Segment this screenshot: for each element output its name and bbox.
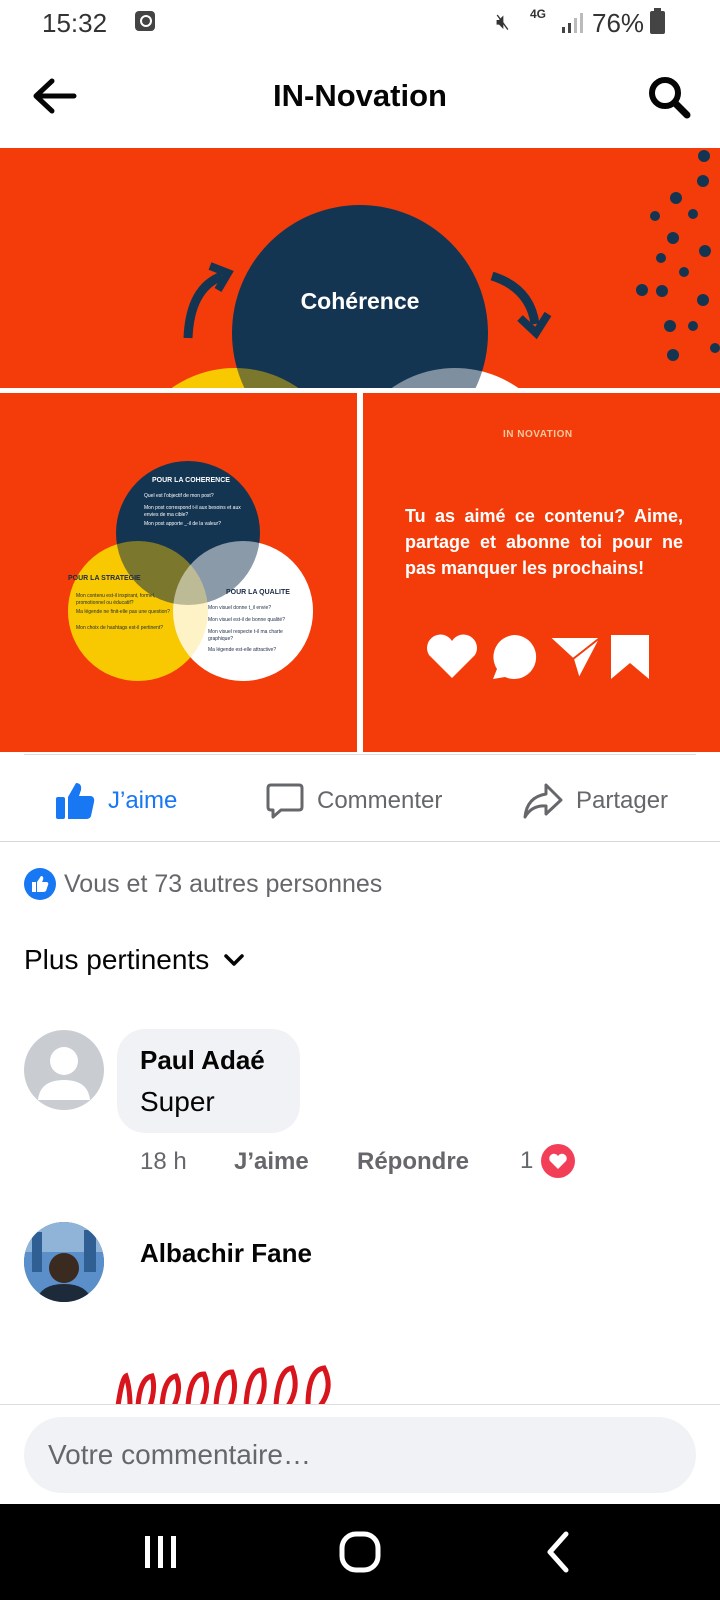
share-button[interactable]: Partager <box>522 780 668 822</box>
cta-icons <box>427 634 649 681</box>
reactions-summary[interactable]: Vous et 73 autres personnes <box>24 868 382 900</box>
strategy-line-2: Ma légende ne finit-elle pas une questio… <box>76 609 170 615</box>
coherence-venn-graphic <box>171 150 720 388</box>
cta-message: Tu as aimé ce contenu? Aime, partage et … <box>405 506 683 578</box>
share-label: Partager <box>576 787 669 814</box>
quality-line-1: Mon visuel donne t_il envie? <box>208 605 272 611</box>
status-bar: 15:32 🔇︎ 4G 76% <box>0 0 720 46</box>
like-button[interactable]: J’aime <box>54 780 177 822</box>
in-novation-logo: IN NOVATION <box>503 429 573 440</box>
post-actions: J’aime Commenter Partager <box>0 760 720 842</box>
venn-diagram-graphic <box>68 461 313 681</box>
comment-sort-dropdown[interactable]: Plus pertinents <box>24 944 245 976</box>
sort-label: Plus pertinents <box>24 944 210 975</box>
comment-reactions[interactable]: 1 <box>520 1144 576 1178</box>
back-icon[interactable] <box>530 1526 590 1578</box>
share-arrow-icon <box>523 783 563 819</box>
coherence-line-2: Mon post correspond t-il aux besoins et … <box>144 505 241 518</box>
page-title: IN-Novation <box>273 78 447 113</box>
coherence-title: POUR LA COHERENCE <box>152 477 230 484</box>
comment-reply-button[interactable]: Répondre <box>357 1148 469 1176</box>
comment-composer <box>0 1404 720 1504</box>
comment-author[interactable]: Albachir Fane <box>140 1238 312 1269</box>
quality-line-3: Mon visuel respecte t-il ma charte graph… <box>208 629 283 642</box>
quality-title: POUR LA QUALITE <box>226 589 290 596</box>
post-image-coherence[interactable]: Cohérence <box>0 148 720 388</box>
system-nav-bar <box>0 1504 720 1600</box>
battery-level: 76% <box>592 8 645 38</box>
comment-author[interactable]: Paul Adaé <box>140 1045 265 1076</box>
love-reaction-icon <box>541 1144 576 1178</box>
like-label: J’aime <box>108 787 178 814</box>
quality-line-2: Mon visuel est-il de bonne qualité? <box>208 617 285 623</box>
coherence-label: Cohérence <box>300 288 420 314</box>
heart-icon <box>427 634 477 678</box>
app-header: IN-Novation <box>0 46 720 146</box>
comment-label: Commenter <box>317 787 443 814</box>
recent-apps-icon[interactable] <box>130 1526 190 1578</box>
like-badge-icon <box>24 868 56 900</box>
comment-time: 18 h <box>140 1148 187 1175</box>
comment-button[interactable]: Commenter <box>265 780 442 822</box>
chevron-down-icon <box>224 954 244 966</box>
strategy-line-3: Mon choix de hashtags est-il pertinent? <box>76 625 163 631</box>
default-avatar-icon <box>38 1047 90 1100</box>
status-time: 15:32 <box>42 8 108 38</box>
network-type: 4G <box>530 7 547 21</box>
bookmark-icon <box>611 635 649 679</box>
post-image-call-to-action[interactable]: IN NOVATION Tu as aimé ce contenu? Aime,… <box>363 393 720 752</box>
mute-icon: 🔇︎ <box>496 9 510 34</box>
comment-text: Super <box>140 1086 215 1117</box>
strategy-title: POUR LA STRATEGIE <box>68 575 141 582</box>
comment-like-button[interactable]: J’aime <box>234 1148 309 1176</box>
comment-icon <box>266 783 304 819</box>
coherence-line-1: Quel est l'objectif de mon post? <box>144 493 214 499</box>
speech-bubble-icon <box>493 635 537 679</box>
reactions-summary-text: Vous et 73 autres personnes <box>64 869 383 898</box>
divider <box>24 754 696 755</box>
coherence-line-3: Mon post apporte _-il de la valeur? <box>144 521 221 527</box>
strategy-line-1: Mon contenu est-il inspirant, formel, pr… <box>76 593 156 606</box>
home-icon[interactable] <box>330 1526 390 1578</box>
avatar[interactable] <box>24 1222 104 1302</box>
signal-icon <box>562 13 583 33</box>
search-icon[interactable] <box>646 74 692 120</box>
profile-photo <box>24 1222 104 1302</box>
post-image-venn-checklist[interactable]: POUR LA COHERENCE Quel est l'objectif de… <box>0 393 357 752</box>
reaction-count: 1 <box>520 1147 534 1174</box>
avatar[interactable] <box>24 1030 104 1110</box>
thumbs-up-icon <box>56 783 95 819</box>
handwritten-sticker-image <box>115 1365 331 1408</box>
alarm-icon <box>135 11 155 31</box>
paper-plane-icon <box>546 636 603 681</box>
quality-line-4: Ma légende est-elle attractive? <box>208 647 277 653</box>
battery-icon <box>650 8 665 34</box>
comment-input[interactable] <box>24 1417 696 1493</box>
